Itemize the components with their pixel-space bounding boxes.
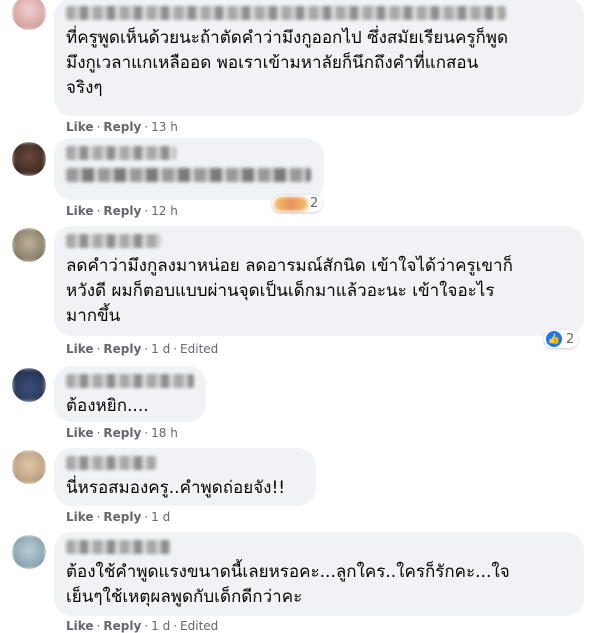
avatar[interactable] [12,228,46,262]
reply-link[interactable]: Reply [103,342,141,356]
comment-text: นี่หรอสมองครู..คำพูดถ่อยจัง!! [66,478,286,498]
like-link[interactable]: Like [66,619,94,633]
reply-link[interactable]: Reply [103,510,141,524]
like-reaction-icon: 👍 [546,331,562,347]
comment-text: ต้องใช้คำพูดแรงขนาดนี้เลยหรอคะ...ลูกใคร.… [66,562,510,607]
edited-label[interactable]: Edited [180,619,218,633]
reaction-count: 2 [566,331,575,347]
timestamp[interactable]: 13 h [151,120,178,134]
comment-text: ลดคำว่ามึงกูลงมาหน่อย ลดอารมณ์สักนิด เข้… [66,256,513,326]
reaction-summary[interactable]: 2 [272,195,323,212]
comment-actions: Like · Reply · 1 d · Edited [66,619,219,633]
commenter-name[interactable] [66,540,171,554]
reply-link[interactable]: Reply [103,120,141,134]
comment-actions: Like · Reply · 13 h [66,120,178,134]
comment-actions: Like · Reply · 12 h [66,204,178,218]
reply-link[interactable]: Reply [103,619,141,633]
commenter-name[interactable] [66,456,156,470]
edited-label[interactable]: Edited [180,342,218,356]
avatar[interactable] [12,368,46,402]
timestamp[interactable]: 1 d [151,342,170,356]
commenter-name[interactable] [66,374,194,388]
timestamp[interactable]: 1 d [151,510,170,524]
reply-link[interactable]: Reply [103,426,141,440]
avatar[interactable] [12,450,46,484]
avatar[interactable] [12,0,46,30]
avatar[interactable] [12,535,46,569]
timestamp[interactable]: 18 h [151,426,178,440]
timestamp[interactable]: 1 d [151,619,170,633]
comment-bubble: นี่หรอสมองครู..คำพูดถ่อยจัง!! [54,448,316,506]
avatar[interactable] [12,142,46,176]
comment-text: ต้องหยิก.... [66,396,149,416]
reaction-icons [274,196,308,211]
like-link[interactable]: Like [66,510,94,524]
comment-actions: Like · Reply · 18 h [66,426,178,440]
like-link[interactable]: Like [66,426,94,440]
comment-bubble: ต้องใช้คำพูดแรงขนาดนี้เลยหรอคะ...ลูกใคร.… [54,532,584,616]
comment-actions: Like · Reply · 1 d [66,510,171,524]
like-link[interactable]: Like [66,342,94,356]
comment-bubble: ลดคำว่ามึงกูลงมาหน่อย ลดอารมณ์สักนิด เข้… [54,226,584,336]
commenter-name[interactable] [66,234,161,248]
comment-bubble: ต้องหยิก.... [54,366,206,422]
reply-link[interactable]: Reply [103,204,141,218]
comment-text: ที่ครูพูดเห็นด้วยนะถ้าตัดคำว่ามึงกูออกไป… [66,28,509,98]
commenter-name[interactable] [66,6,506,20]
like-link[interactable]: Like [66,204,94,218]
comment-actions: Like · Reply · 1 d · Edited [66,342,219,356]
comment-bubble: ที่ครูพูดเห็นด้วยนะถ้าตัดคำว่ามึงกูออกไป… [54,0,584,116]
reaction-summary[interactable]: 👍 2 [544,330,579,348]
reaction-count: 2 [310,196,319,211]
timestamp[interactable]: 12 h [151,204,178,218]
comment-text [66,168,311,182]
comment-bubble [54,138,324,200]
like-link[interactable]: Like [66,120,94,134]
commenter-name[interactable] [66,146,176,160]
